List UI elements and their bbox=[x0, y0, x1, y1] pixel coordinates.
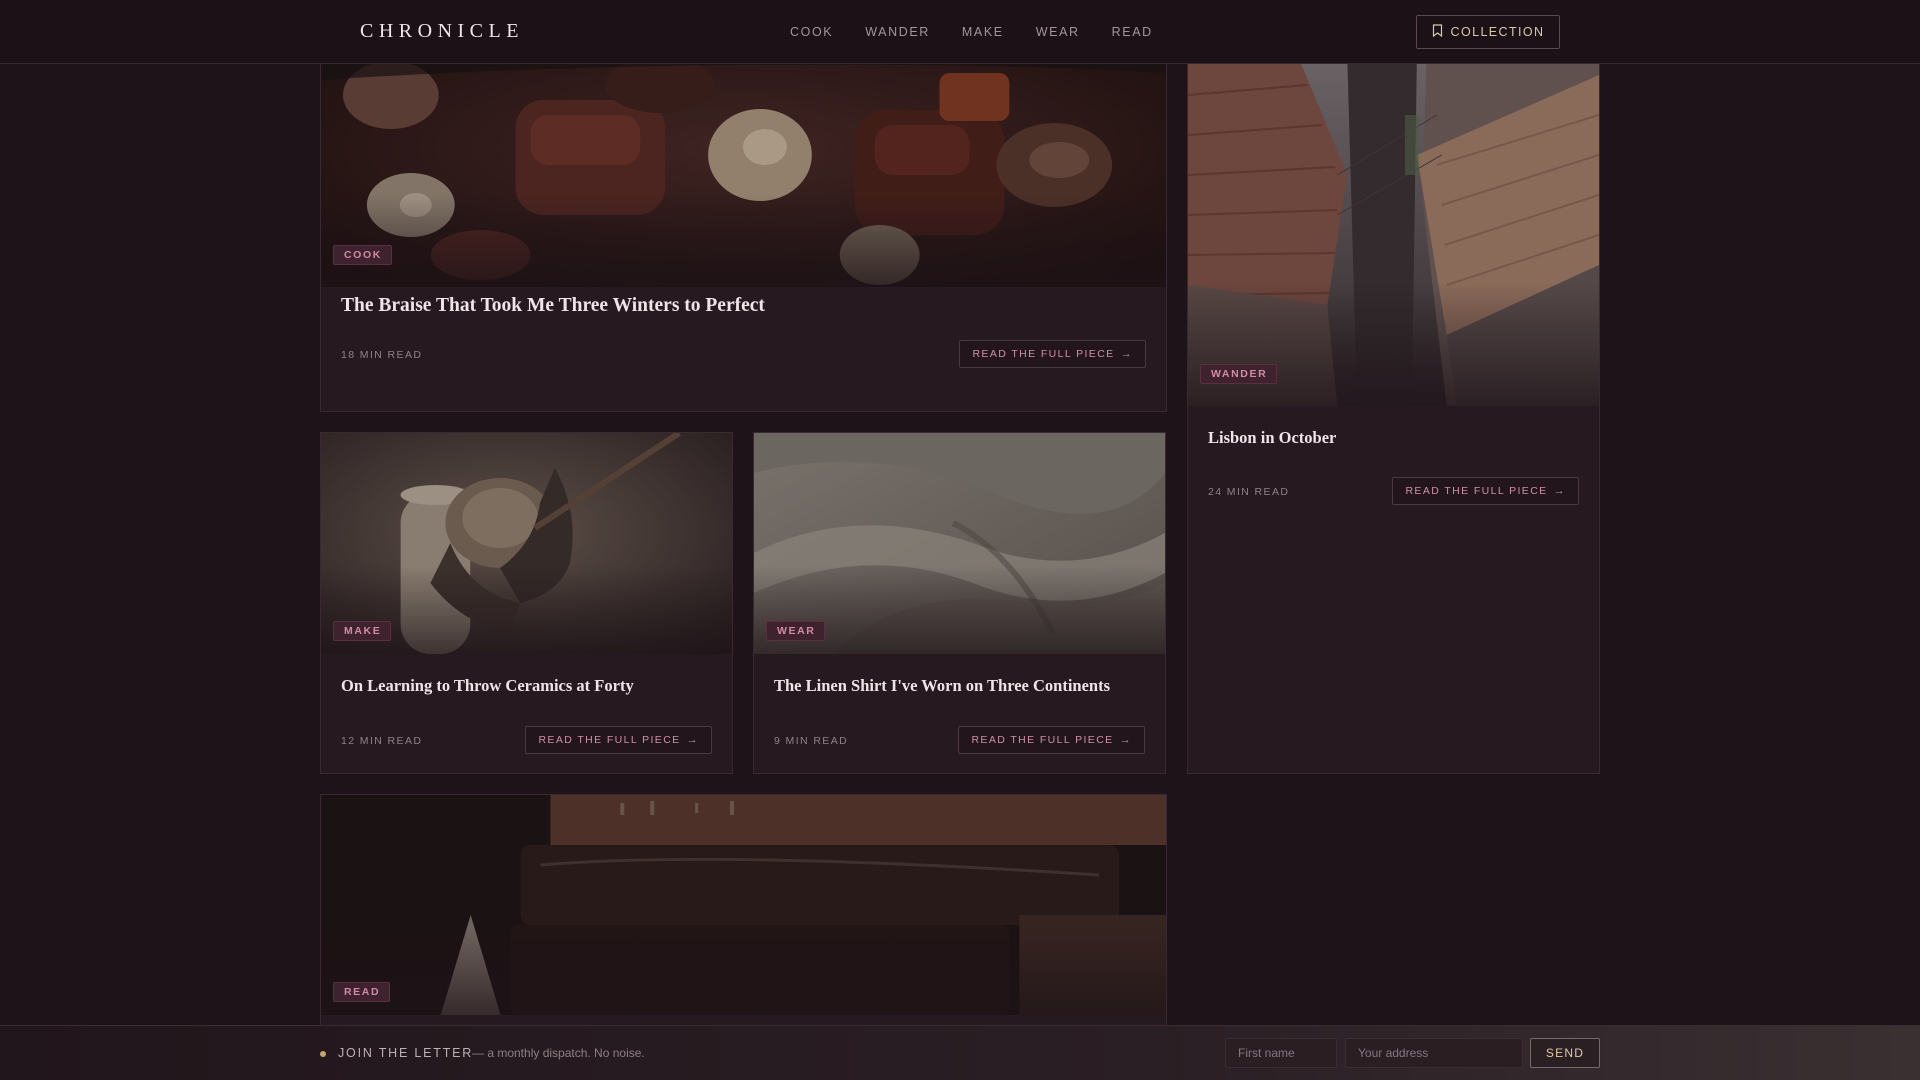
article-card-ceramics[interactable]: MAKE On Learning to Throw Ceramics at Fo… bbox=[320, 432, 733, 774]
category-tag[interactable]: READ bbox=[333, 982, 391, 1002]
arrow-right-icon: → bbox=[1120, 348, 1133, 360]
arrow-right-icon: → bbox=[686, 734, 699, 746]
arrow-right-icon: → bbox=[1553, 485, 1566, 497]
bullet-dot-icon bbox=[320, 1051, 326, 1057]
card-title[interactable]: On Learning to Throw Ceramics at Forty bbox=[341, 676, 634, 696]
nav-item-make[interactable]: MAKE bbox=[962, 25, 1004, 39]
read-time: 18 MIN READ bbox=[341, 349, 423, 361]
arrow-right-icon: → bbox=[1119, 734, 1132, 746]
card-image-linen[interactable]: WEAR bbox=[754, 433, 1165, 654]
card-title[interactable]: The Linen Shirt I've Worn on Three Conti… bbox=[774, 676, 1110, 696]
nav-item-read[interactable]: READ bbox=[1112, 25, 1153, 39]
first-name-input[interactable] bbox=[1225, 1038, 1337, 1068]
collection-label: COLLECTION bbox=[1450, 25, 1545, 39]
read-full-piece-button[interactable]: READ THE FULL PIECE → bbox=[959, 340, 1146, 368]
collection-button[interactable]: COLLECTION bbox=[1416, 15, 1560, 49]
site-header: CHRONICLE COOK WANDER MAKE WEAR READ COL… bbox=[0, 0, 1920, 64]
read-button-label: READ THE FULL PIECE bbox=[972, 348, 1115, 360]
nav-item-wear[interactable]: WEAR bbox=[1036, 25, 1080, 39]
newsletter-subtitle: — a monthly dispatch. No noise. bbox=[472, 1046, 645, 1060]
category-tag[interactable]: COOK bbox=[333, 245, 392, 265]
card-image-books[interactable]: READ bbox=[321, 795, 1166, 1015]
read-full-piece-button[interactable]: READ THE FULL PIECE → bbox=[1392, 477, 1579, 505]
main-nav: COOK WANDER MAKE WEAR READ bbox=[790, 25, 1185, 39]
site-logo[interactable]: CHRONICLE bbox=[360, 20, 524, 43]
nav-item-cook[interactable]: COOK bbox=[790, 25, 833, 39]
nav-item-wander[interactable]: WANDER bbox=[865, 25, 930, 39]
read-time: 9 MIN READ bbox=[774, 735, 849, 747]
read-full-piece-button[interactable]: READ THE FULL PIECE → bbox=[525, 726, 712, 754]
category-tag[interactable]: WANDER bbox=[1200, 364, 1278, 384]
article-card-lisbon[interactable]: WANDER Lisbon in October 24 MIN READ REA… bbox=[1187, 54, 1600, 774]
read-button-label: READ THE FULL PIECE bbox=[538, 734, 681, 746]
card-image-lisbon[interactable]: WANDER bbox=[1188, 55, 1599, 406]
article-card-braise[interactable]: COOK The Braise That Took Me Three Winte… bbox=[320, 54, 1167, 412]
card-title[interactable]: The Braise That Took Me Three Winters to… bbox=[341, 295, 765, 317]
bookmark-icon bbox=[1432, 24, 1443, 40]
card-image-braise[interactable]: COOK bbox=[321, 55, 1166, 287]
read-time: 12 MIN READ bbox=[341, 735, 423, 747]
article-card-linen[interactable]: WEAR The Linen Shirt I've Worn on Three … bbox=[753, 432, 1166, 774]
read-button-label: READ THE FULL PIECE bbox=[1405, 485, 1548, 497]
card-title[interactable]: Lisbon in October bbox=[1208, 428, 1336, 448]
email-address-input[interactable] bbox=[1345, 1038, 1523, 1068]
category-tag[interactable]: MAKE bbox=[333, 621, 392, 641]
card-image-ceramics[interactable]: MAKE bbox=[321, 433, 732, 654]
read-full-piece-button[interactable]: READ THE FULL PIECE → bbox=[958, 726, 1145, 754]
send-button[interactable]: SEND bbox=[1530, 1038, 1600, 1068]
category-tag[interactable]: WEAR bbox=[766, 621, 826, 641]
read-button-label: READ THE FULL PIECE bbox=[971, 734, 1114, 746]
read-time: 24 MIN READ bbox=[1208, 486, 1290, 498]
newsletter-bar: JOIN THE LETTER — a monthly dispatch. No… bbox=[0, 1025, 1920, 1080]
newsletter-title: JOIN THE LETTER bbox=[338, 1046, 474, 1060]
